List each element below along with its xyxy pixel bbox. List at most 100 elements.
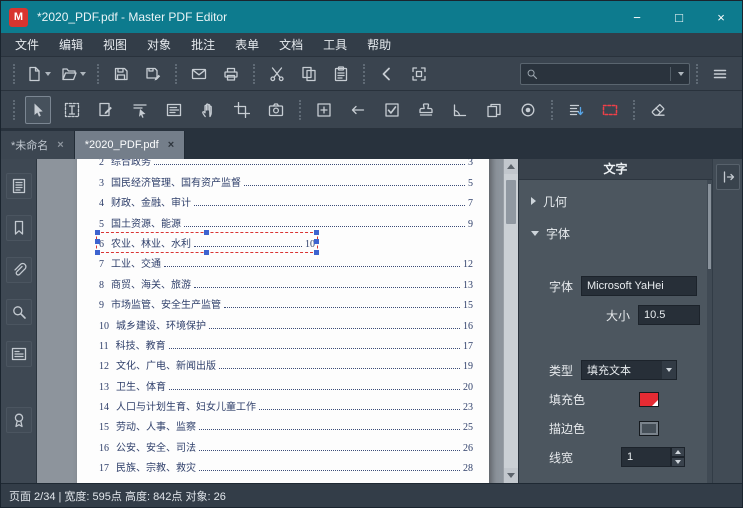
scroll-down-button[interactable] <box>504 468 518 483</box>
selection-handle[interactable] <box>95 250 100 255</box>
toc-line[interactable]: 9市场监管、安全生产监管15 <box>99 294 473 314</box>
minimize-button[interactable]: − <box>616 1 658 33</box>
toc-line[interactable]: 14人口与计划生育、妇女儿童工作23 <box>99 396 473 416</box>
selection-handle[interactable] <box>204 250 209 255</box>
search-box[interactable] <box>520 63 690 85</box>
menu-item-form[interactable]: 表单 <box>225 33 269 56</box>
selection-handle[interactable] <box>314 250 319 255</box>
toc-line[interactable]: 12文化、广电、新闻出版19 <box>99 355 473 375</box>
line-width-decrement-button[interactable] <box>671 457 685 467</box>
toc-line[interactable]: 2综合政务3 <box>99 159 473 171</box>
crop-button[interactable] <box>229 96 255 124</box>
toc-line[interactable]: 5国土资源、能源9 <box>99 212 473 232</box>
line-width-field[interactable]: 1 <box>621 447 671 467</box>
paste-button[interactable] <box>328 61 354 87</box>
panel-scrollbar-thumb[interactable] <box>708 184 711 269</box>
previous-view-button[interactable] <box>374 61 400 87</box>
pages-button[interactable] <box>481 96 507 124</box>
form-fields-button[interactable] <box>6 341 32 367</box>
menu-item-view[interactable]: 视图 <box>93 33 137 56</box>
selection-handle[interactable] <box>95 239 100 244</box>
hand-pan-button[interactable] <box>195 96 221 124</box>
page-thumbnails-button[interactable] <box>6 173 32 199</box>
menu-item-object[interactable]: 对象 <box>137 33 181 56</box>
edit-document-button[interactable] <box>93 96 119 124</box>
selection-handle[interactable] <box>204 230 209 235</box>
new-document-button[interactable] <box>24 61 53 87</box>
close-button[interactable]: × <box>700 1 742 33</box>
font-size-field[interactable]: 10.5 <box>638 305 700 325</box>
radio-field-button[interactable] <box>515 96 541 124</box>
form-list-button[interactable] <box>161 96 187 124</box>
collapse-panel-button[interactable] <box>716 164 740 190</box>
selected-text-object[interactable]: 6农业、林业、水利10 <box>99 235 315 250</box>
bookmarks-button[interactable] <box>6 215 32 241</box>
menu-item-edit[interactable]: 编辑 <box>49 33 93 56</box>
tab-close-icon[interactable]: × <box>168 139 174 151</box>
document-viewport[interactable]: 2综合政务33国民经济管理、国有资产监督54财政、金融、审计75国土资源、能源9… <box>37 159 503 483</box>
checkbox-field-button[interactable] <box>379 96 405 124</box>
scroll-up-button[interactable] <box>504 159 518 174</box>
save-button[interactable] <box>108 61 134 87</box>
menu-item-document[interactable]: 文档 <box>269 33 313 56</box>
toc-line[interactable]: 16公安、安全、司法26 <box>99 436 473 456</box>
toc-line[interactable]: 7工业、交通12 <box>99 253 473 273</box>
select-area-button[interactable] <box>406 61 432 87</box>
toc-line[interactable]: 6农业、林业、水利10 <box>99 233 473 253</box>
measure-angle-button[interactable] <box>447 96 473 124</box>
toc-line[interactable]: 13卫生、体育20 <box>99 375 473 395</box>
toc-line[interactable]: 17民族、宗教、救灾28 <box>99 457 473 477</box>
menu-item-file[interactable]: 文件 <box>5 33 49 56</box>
signature-button[interactable] <box>6 407 32 433</box>
toolbar-overflow-button[interactable] <box>707 61 733 87</box>
vertical-scrollbar[interactable] <box>503 159 518 483</box>
section-font[interactable]: 字体 <box>531 222 712 244</box>
panel-scrollbar[interactable] <box>707 180 712 483</box>
stamp-button[interactable] <box>413 96 439 124</box>
selection-handle[interactable] <box>314 239 319 244</box>
tab-close-icon[interactable]: × <box>57 139 63 151</box>
save-as-button[interactable] <box>140 61 166 87</box>
document-tab-0[interactable]: *未命名× <box>1 131 75 159</box>
fill-color-swatch[interactable] <box>639 392 659 407</box>
redact-rectangle-button[interactable] <box>597 96 623 124</box>
scrollbar-track[interactable] <box>504 174 518 468</box>
attachments-button[interactable] <box>6 257 32 283</box>
sort-lines-button[interactable] <box>563 96 589 124</box>
copy-button[interactable] <box>296 61 322 87</box>
selection-handle[interactable] <box>314 230 319 235</box>
font-family-field[interactable]: Microsoft YaHei <box>581 276 697 296</box>
open-folder-button[interactable] <box>59 61 88 87</box>
snapshot-camera-button[interactable] <box>263 96 289 124</box>
search-input[interactable] <box>542 68 666 80</box>
eraser-button[interactable] <box>645 96 671 124</box>
line-width-increment-button[interactable] <box>671 447 685 457</box>
section-geometry[interactable]: 几何 <box>531 190 712 212</box>
print-button[interactable] <box>218 61 244 87</box>
toc-line[interactable]: 15劳动、人事、监察25 <box>99 416 473 436</box>
menu-item-comment[interactable]: 批注 <box>181 33 225 56</box>
toc-line[interactable]: 3国民经济管理、国有资产监督5 <box>99 171 473 191</box>
add-note-button[interactable] <box>311 96 337 124</box>
menu-item-help[interactable]: 帮助 <box>357 33 401 56</box>
arrow-annotation-button[interactable] <box>345 96 371 124</box>
edit-text-button[interactable] <box>59 96 85 124</box>
maximize-button[interactable]: □ <box>658 1 700 33</box>
stroke-color-swatch[interactable] <box>639 421 659 436</box>
select-cursor-button[interactable] <box>25 96 51 124</box>
cut-button[interactable] <box>264 61 290 87</box>
search-dropdown-icon[interactable] <box>678 72 684 76</box>
line-width-stepper[interactable]: 1 <box>621 447 685 467</box>
fill-type-dropdown[interactable]: 填充文本 <box>581 360 677 380</box>
toc-line[interactable]: 10城乡建设、环境保护16 <box>99 314 473 334</box>
pdf-page[interactable]: 2综合政务33国民经济管理、国有资产监督54财政、金融、审计75国土资源、能源9… <box>77 159 489 483</box>
selection-handle[interactable] <box>95 230 100 235</box>
toc-line[interactable]: 4财政、金融、审计7 <box>99 192 473 212</box>
document-tab-1[interactable]: *2020_PDF.pdf× <box>75 131 185 159</box>
email-button[interactable] <box>186 61 212 87</box>
select-text-button[interactable] <box>127 96 153 124</box>
search-document-button[interactable] <box>6 299 32 325</box>
toc-line[interactable]: 8商贸、海关、旅游13 <box>99 273 473 293</box>
toc-line[interactable]: 11科技、教育17 <box>99 335 473 355</box>
scrollbar-thumb[interactable] <box>506 180 516 224</box>
